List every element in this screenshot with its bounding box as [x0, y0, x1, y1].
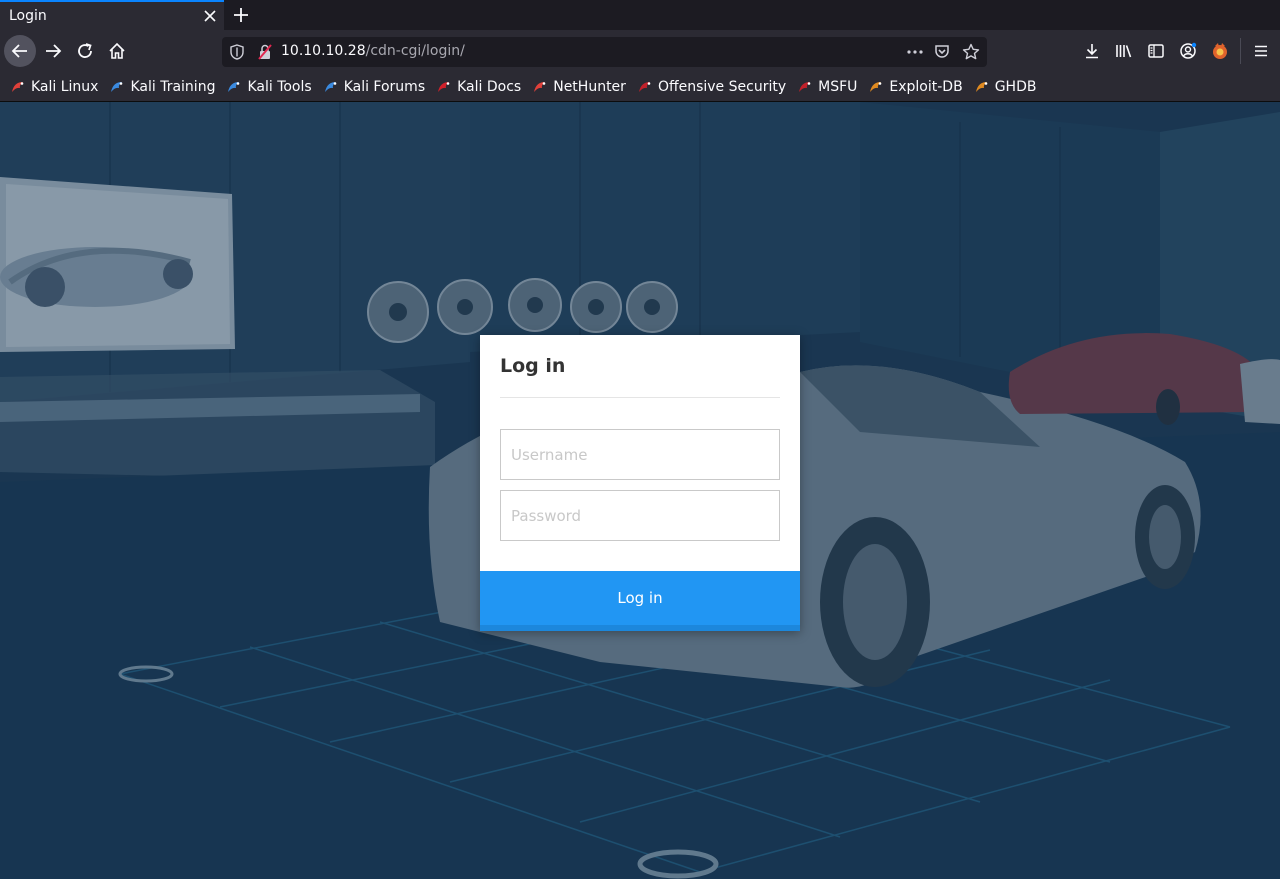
bookmark-item[interactable]: Kali Training: [109, 79, 215, 95]
bookmarks-toolbar: Kali Linux Kali Training Kali Tools Kali Fo…: [0, 72, 1280, 102]
kali-training-icon: [109, 79, 125, 95]
library-icon[interactable]: [1112, 39, 1136, 63]
close-tab-icon[interactable]: [196, 2, 224, 30]
web-page-viewport: Log in Log in: [0, 102, 1280, 879]
kali-dragon-icon: [10, 79, 26, 95]
url-bar[interactable]: 10.10.10.28/cdn-cgi/login/: [222, 37, 987, 67]
bookmark-item[interactable]: Kali Forums: [323, 79, 425, 95]
toolbar-separator: [1240, 38, 1241, 64]
sidebar-icon[interactable]: [1144, 39, 1168, 63]
bookmark-label: Kali Linux: [31, 78, 99, 95]
bookmark-item[interactable]: Kali Linux: [10, 79, 98, 95]
kali-tools-icon: [226, 79, 242, 95]
bookmark-item[interactable]: Offensive Security: [637, 79, 786, 95]
reload-button[interactable]: [69, 35, 101, 67]
url-host: 10.10.10.28: [281, 43, 366, 59]
bookmark-item[interactable]: Exploit-DB: [868, 78, 963, 95]
home-icon: [109, 42, 125, 59]
bookmark-label: NetHunter: [553, 78, 626, 95]
tab-strip: Login: [0, 0, 1280, 30]
page-actions-more-icon[interactable]: [906, 43, 924, 65]
new-tab-icon[interactable]: [228, 2, 254, 28]
username-input[interactable]: [500, 429, 780, 480]
msfu-icon: [797, 79, 813, 95]
reload-icon: [78, 43, 92, 58]
downloads-icon[interactable]: [1080, 39, 1104, 63]
forward-button[interactable]: [37, 35, 69, 67]
bookmark-star-icon[interactable]: [962, 43, 980, 65]
bookmark-label: GHDB: [994, 78, 1037, 95]
url-path: /cdn-cgi/login/: [365, 43, 465, 59]
bookmark-label: Exploit-DB: [889, 78, 963, 95]
bookmark-label: Kali Forums: [343, 78, 426, 95]
offsec-icon: [637, 79, 653, 95]
tab-title: Login: [9, 8, 47, 24]
bookmark-item[interactable]: MSFU: [797, 79, 857, 95]
login-title: Log in: [500, 355, 566, 377]
back-arrow-icon: [11, 44, 27, 58]
url-text[interactable]: 10.10.10.28/cdn-cgi/login/: [281, 43, 465, 59]
account-icon[interactable]: [1176, 39, 1200, 63]
title-divider: [500, 397, 780, 398]
navigation-toolbar: 10.10.10.28/cdn-cgi/login/: [0, 30, 1280, 72]
password-input[interactable]: [500, 490, 780, 541]
tab-login[interactable]: Login: [0, 0, 224, 30]
exploitdb-spider-icon: [868, 79, 884, 95]
menu-hamburger-icon[interactable]: [1249, 39, 1273, 63]
extension-icon[interactable]: [1208, 39, 1232, 63]
bookmark-label: Kali Tools: [247, 78, 312, 95]
nethunter-icon: [532, 79, 548, 95]
kali-forums-icon: [323, 79, 339, 95]
kali-docs-icon: [436, 79, 452, 95]
insecure-lock-icon[interactable]: [258, 44, 272, 64]
pocket-icon[interactable]: [934, 44, 950, 64]
login-card: Log in Log in: [480, 335, 800, 631]
bookmark-item[interactable]: GHDB: [974, 78, 1037, 95]
bookmark-item[interactable]: NetHunter: [532, 79, 626, 95]
home-button[interactable]: [101, 35, 133, 67]
bookmark-item[interactable]: Kali Tools: [226, 78, 312, 95]
bookmark-item[interactable]: Kali Docs: [436, 79, 521, 95]
bookmark-label: MSFU: [818, 78, 858, 95]
bookmark-label: Kali Training: [130, 78, 216, 95]
forward-arrow-icon: [46, 44, 62, 58]
bookmark-label: Kali Docs: [457, 78, 522, 95]
login-submit-button[interactable]: Log in: [480, 571, 800, 631]
back-button[interactable]: [4, 35, 36, 67]
bookmark-label: Offensive Security: [657, 78, 787, 95]
tracking-shield-icon[interactable]: [230, 44, 244, 64]
ghdb-spider-icon: [974, 79, 990, 95]
